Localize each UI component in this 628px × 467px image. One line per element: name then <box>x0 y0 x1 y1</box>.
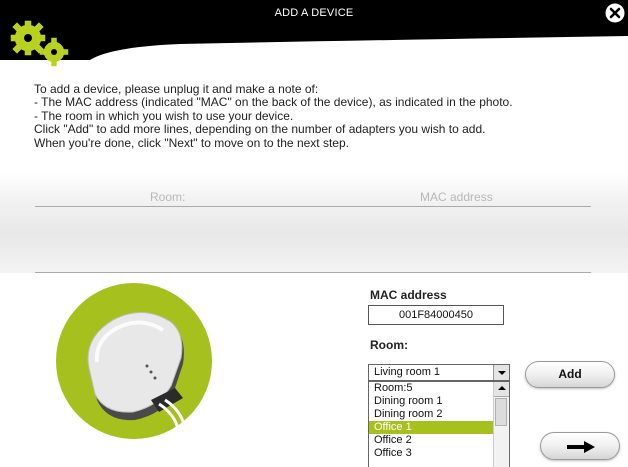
room-label: Room: <box>370 338 408 352</box>
chevron-down-icon[interactable] <box>493 365 509 380</box>
add-button[interactable]: Add <box>525 361 615 388</box>
room-option[interactable]: Dining room 2 <box>369 408 493 421</box>
header-curve <box>0 30 628 60</box>
instruction-line: - The room in which you wish to use your… <box>34 108 294 123</box>
scroll-thumb[interactable] <box>495 398 507 426</box>
room-option[interactable]: Office 3 <box>369 447 493 460</box>
mac-address-label: MAC address <box>370 288 447 302</box>
instruction-line: - The MAC address (indicated "MAC" on th… <box>34 95 513 110</box>
room-option-selected[interactable]: Office 1 <box>369 421 493 434</box>
next-button[interactable] <box>540 432 620 460</box>
room-select[interactable]: Living room 1 <box>368 364 510 381</box>
device-table-background <box>0 173 628 273</box>
room-option[interactable]: Dining room 1 <box>369 395 493 408</box>
instructions: To add a device, please unplug it and ma… <box>34 82 614 150</box>
instruction-line: When you're done, click "Next" to move o… <box>34 135 349 150</box>
arrow-right-icon <box>567 441 595 453</box>
dropdown-scrollbar[interactable] <box>493 382 509 467</box>
instruction-line: To add a device, please unplug it and ma… <box>34 82 319 96</box>
column-header-room: Room: <box>150 190 186 204</box>
column-header-mac: MAC address <box>420 190 493 204</box>
table-divider <box>35 272 591 273</box>
table-divider <box>35 206 591 207</box>
gears-icon <box>10 20 69 67</box>
powerline-adapter-image <box>56 283 212 439</box>
room-dropdown-list[interactable]: Room:5 Dining room 1 Dining room 2 Offic… <box>368 381 510 467</box>
instruction-line: Click "Add" to add more lines, depending… <box>34 122 486 137</box>
mac-address-input[interactable]: 001F84000450 <box>368 305 504 325</box>
scroll-up-icon[interactable] <box>494 382 509 397</box>
room-option[interactable]: Office 2 <box>369 434 493 447</box>
room-select-value: Living room 1 <box>374 366 441 378</box>
room-option[interactable]: Room:5 <box>369 382 493 395</box>
